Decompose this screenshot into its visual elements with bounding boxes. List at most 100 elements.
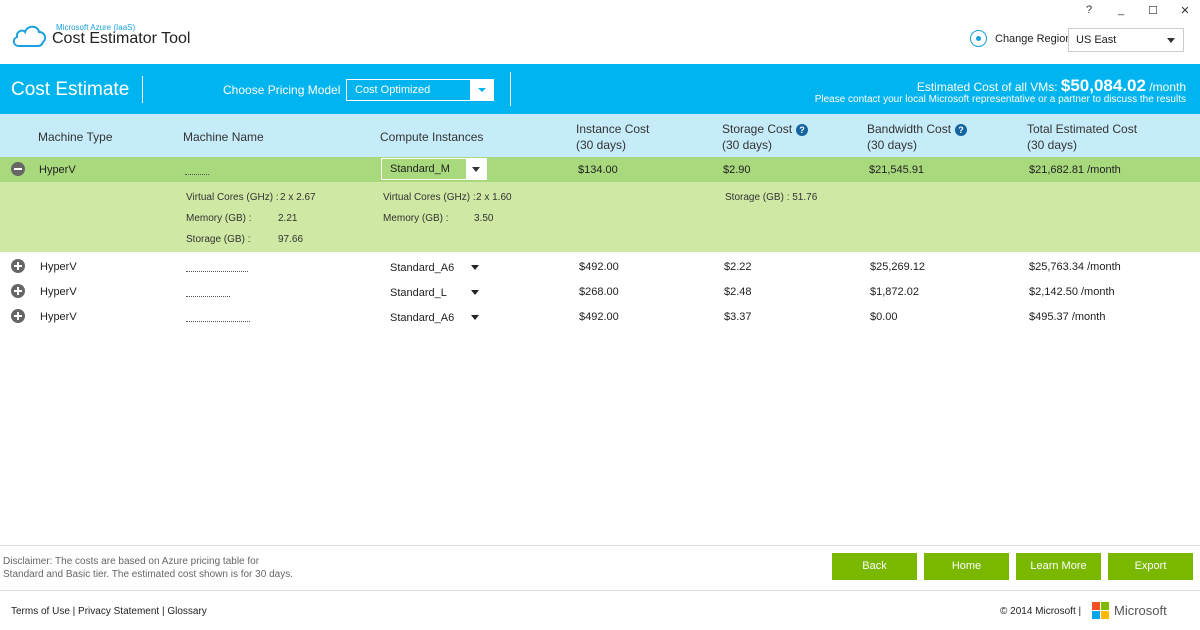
instance-cost: $134.00: [578, 164, 618, 176]
instance-cost: $492.00: [579, 261, 619, 273]
source-storage-value: 97.66: [278, 234, 304, 245]
machine-type: HyperV: [40, 261, 77, 273]
col-storage-cost-label: Storage Cost: [722, 122, 793, 136]
divider: [0, 590, 1200, 591]
storage-cost: $3.37: [724, 311, 752, 323]
table-header: Machine Type Machine Name Compute Instan…: [0, 114, 1200, 157]
bandwidth-cost: $0.00: [870, 311, 898, 323]
disclaimer-line: Disclaimer: The costs are based on Azure…: [3, 556, 260, 567]
table-row[interactable]: HyperV Standard_L $268.00 $2.48 $1,872.0…: [0, 279, 1200, 304]
help-icon[interactable]: ?: [955, 123, 968, 136]
expand-icon[interactable]: [11, 284, 25, 298]
col-bandwidth-cost: Bandwidth Cost? (30 days): [867, 121, 968, 153]
copyright: © 2014 Microsoft |: [1000, 606, 1082, 617]
expand-icon[interactable]: [11, 259, 25, 273]
col-period: (30 days): [867, 138, 918, 152]
col-instance-cost-label: Instance Cost: [576, 122, 650, 136]
instance-cost: $492.00: [579, 311, 619, 323]
source-cores-value: 2 x 2.67: [280, 192, 316, 203]
disclaimer-line: Standard and Basic tier. The estimated c…: [3, 569, 293, 580]
compute-instance[interactable]: Standard_A6: [390, 312, 454, 324]
divider: [0, 545, 1200, 546]
help-icon[interactable]: ?: [796, 123, 809, 136]
storage-cost: $2.48: [724, 286, 752, 298]
col-period: (30 days): [576, 138, 627, 152]
machine-name-redacted: [185, 168, 209, 180]
machine-name-redacted: [186, 265, 248, 277]
location-pin-icon: [970, 30, 987, 47]
machine-type: HyperV: [40, 286, 77, 298]
region-label: Change Region: [995, 32, 1072, 45]
maximize-button[interactable]: ☐: [1148, 4, 1158, 17]
total-suffix: /month: [1149, 80, 1186, 94]
total-cost: $21,682.81 /month: [1029, 164, 1121, 176]
pricing-model-dropdown[interactable]: Cost Optimized: [346, 79, 494, 101]
learn-more-button[interactable]: Learn More: [1016, 553, 1101, 580]
target-cores-label: Virtual Cores (GHz) :: [383, 192, 476, 203]
total-cost: $2,142.50 /month: [1029, 286, 1115, 298]
chevron-down-icon: [466, 159, 486, 179]
change-region: Change Region: [970, 30, 1071, 47]
storage-detail: Storage (GB) : 51.76: [725, 192, 818, 203]
col-total-cost: Total Estimated Cost (30 days): [1027, 121, 1137, 153]
machine-name-redacted: [186, 315, 250, 327]
microsoft-logo-icon: [1092, 602, 1110, 620]
help-button[interactable]: ?: [1084, 4, 1094, 17]
chevron-down-icon[interactable]: [471, 265, 479, 270]
region-dropdown[interactable]: US East: [1068, 28, 1184, 52]
table-row[interactable]: HyperV Standard_A6 $492.00 $3.37 $0.00 $…: [0, 304, 1200, 329]
row-details-panel: Virtual Cores (GHz) : 2 x 2.67 Memory (G…: [0, 182, 1200, 252]
divider: [142, 76, 143, 103]
target-cores-value: 2 x 1.60: [476, 192, 512, 203]
target-memory-value: 3.50: [474, 213, 494, 224]
source-memory-value: 2.21: [278, 213, 298, 224]
expand-icon[interactable]: [11, 309, 25, 323]
compute-instance-value: Standard_M: [390, 163, 450, 175]
cloud-icon: [12, 25, 47, 47]
chevron-down-icon: [469, 80, 493, 100]
bandwidth-cost: $21,545.91: [869, 164, 925, 176]
storage-cost: $2.22: [724, 261, 752, 273]
app-title: Cost Estimator Tool: [52, 30, 191, 47]
source-memory-label: Memory (GB) :: [186, 213, 252, 224]
total-label: Estimated Cost of all VMs:: [916, 80, 1058, 94]
source-storage-label: Storage (GB) :: [186, 234, 251, 245]
total-cost: $25,763.34 /month: [1029, 261, 1121, 273]
bandwidth-cost: $1,872.02: [870, 286, 919, 298]
col-bandwidth-cost-label: Bandwidth Cost: [867, 122, 952, 136]
home-button[interactable]: Home: [924, 553, 1009, 580]
export-button[interactable]: Export: [1108, 553, 1193, 580]
table-row[interactable]: HyperV Standard_A6 $492.00 $2.22 $25,269…: [0, 254, 1200, 279]
contact-note: Please contact your local Microsoft repr…: [814, 94, 1186, 105]
col-instance-cost: Instance Cost (30 days): [576, 121, 649, 153]
cost-estimate-header: Cost Estimate Choose Pricing Model Cost …: [0, 64, 1200, 114]
chevron-down-icon[interactable]: [471, 290, 479, 295]
storage-cost: $2.90: [723, 164, 751, 176]
compute-instance[interactable]: Standard_L: [390, 287, 447, 299]
title-bar: Microsoft Azure (IaaS) Cost Estimator To…: [0, 0, 1200, 64]
chevron-down-icon[interactable]: [471, 315, 479, 320]
divider: [510, 72, 511, 106]
col-storage-cost: Storage Cost? (30 days): [722, 121, 809, 153]
total-cost: $495.37 /month: [1029, 311, 1106, 323]
col-period: (30 days): [722, 138, 773, 152]
total-amount: $50,084.02: [1060, 76, 1146, 95]
window-controls: ? _ ☐ ✕: [1084, 4, 1190, 17]
bandwidth-cost: $25,269.12: [870, 261, 926, 273]
compute-instance[interactable]: Standard_A6: [390, 262, 454, 274]
source-cores-label: Virtual Cores (GHz) :: [186, 192, 279, 203]
chevron-down-icon: [1167, 38, 1175, 43]
minimize-button[interactable]: _: [1116, 4, 1126, 17]
pricing-model-value: Cost Optimized: [355, 84, 431, 96]
table-row-expanded[interactable]: HyperV Standard_M $134.00 $2.90 $21,545.…: [0, 157, 1200, 182]
total-estimate: Estimated Cost of all VMs: $50,084.02 /m…: [917, 76, 1186, 96]
region-value: US East: [1076, 34, 1117, 46]
machine-type: HyperV: [39, 164, 76, 176]
collapse-icon[interactable]: [11, 162, 25, 176]
back-button[interactable]: Back: [832, 553, 917, 580]
footer-links[interactable]: Terms of Use | Privacy Statement | Gloss…: [11, 606, 207, 617]
close-button[interactable]: ✕: [1180, 4, 1190, 17]
compute-instance-dropdown[interactable]: Standard_M: [381, 158, 487, 180]
target-memory-label: Memory (GB) :: [383, 213, 449, 224]
microsoft-wordmark: Microsoft: [1114, 603, 1167, 618]
